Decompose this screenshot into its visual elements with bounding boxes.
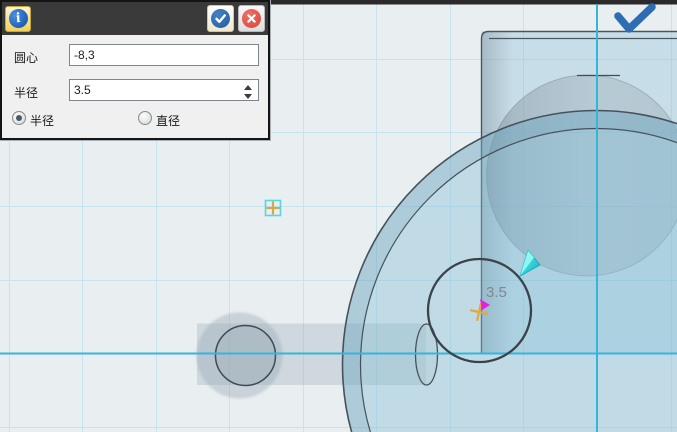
check-icon — [211, 9, 230, 28]
boss-inner-circle — [216, 326, 276, 386]
confirm-button[interactable] — [207, 5, 234, 32]
radius-spinner[interactable] — [241, 83, 255, 101]
spinner-up-icon[interactable] — [244, 85, 252, 90]
center-input[interactable] — [69, 44, 259, 66]
info-icon: i — [7, 7, 30, 30]
origin-marker-icon[interactable] — [266, 201, 281, 216]
large-cylinder-face — [343, 111, 677, 432]
finish-sketch-checkmark-icon[interactable] — [618, 7, 652, 29]
radius-dimension-label: 3.5 — [486, 284, 507, 301]
cad-sketch-window: 3.5 i — [0, 0, 677, 432]
spinner-down-icon[interactable] — [244, 94, 252, 99]
circle-parameters-dialog: i 圆心 半径 半径 直径 — [0, 0, 270, 140]
x-icon — [242, 9, 261, 28]
radius-input[interactable] — [69, 79, 259, 101]
info-button[interactable]: i — [5, 6, 31, 32]
dialog-titlebar: i — [2, 2, 268, 35]
radio-diameter[interactable] — [138, 111, 152, 125]
radius-field-label: 半径 — [14, 84, 38, 101]
radio-radius-label: 半径 — [30, 112, 54, 129]
close-button[interactable] — [238, 5, 265, 32]
radio-radius[interactable] — [12, 111, 26, 125]
center-field-label: 圆心 — [14, 49, 38, 66]
radio-diameter-label: 直径 — [156, 112, 180, 129]
